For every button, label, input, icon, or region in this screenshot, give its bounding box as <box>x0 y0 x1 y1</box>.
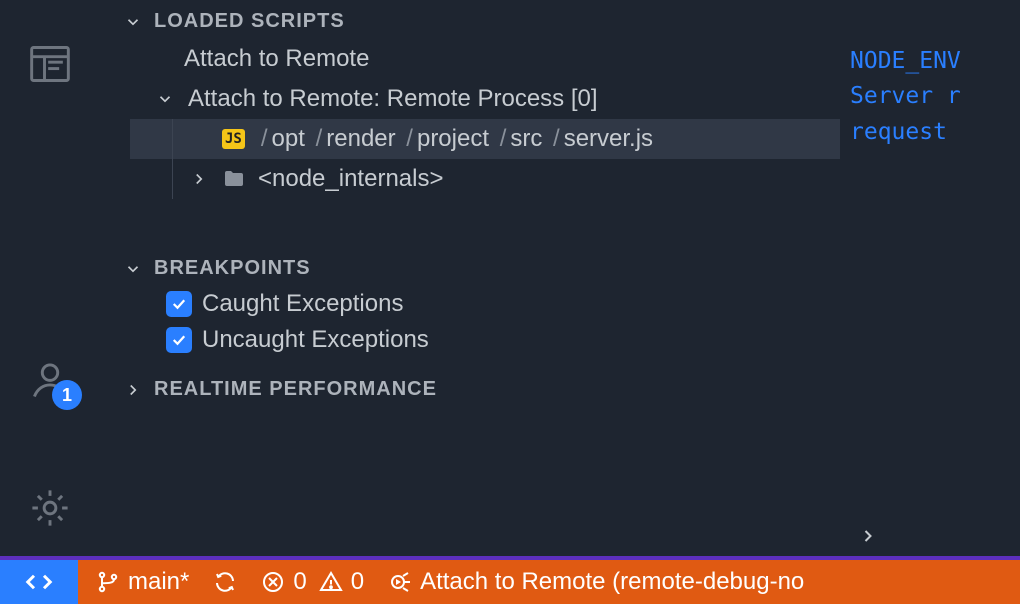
checkbox-checked-icon[interactable] <box>166 291 192 317</box>
tree-item-label: Attach to Remote <box>184 45 369 73</box>
gear-icon[interactable] <box>26 484 74 532</box>
section-title: LOADED SCRIPTS <box>154 10 345 33</box>
terminal-line: NODE_ENV <box>850 48 961 74</box>
tree-item-label: Attach to Remote: Remote Process [0] <box>188 85 598 113</box>
sync-button[interactable] <box>213 570 237 594</box>
errors-count[interactable]: 0 <box>261 568 306 596</box>
section-header-breakpoints[interactable]: BREAKPOINTS <box>100 251 840 286</box>
file-path: /opt /render /project /src /server.js <box>257 125 653 153</box>
debug-target-label: Attach to Remote (remote-debug-no <box>420 568 804 596</box>
warnings-count[interactable]: 0 <box>319 568 364 596</box>
debug-sidebar: LOADED SCRIPTS Attach to Remote Attach t… <box>100 0 840 556</box>
chevron-down-icon <box>154 88 176 110</box>
error-number: 0 <box>293 568 306 596</box>
account-icon[interactable]: 1 <box>26 356 74 404</box>
debug-target[interactable]: Attach to Remote (remote-debug-no <box>388 568 804 596</box>
status-bar: main* 0 0 <box>0 560 1020 604</box>
terminal-expand[interactable] <box>840 516 1020 556</box>
folder-icon <box>222 167 246 191</box>
breakpoint-label: Uncaught Exceptions <box>202 326 429 354</box>
section-title: REALTIME PERFORMANCE <box>154 378 437 401</box>
section-header-realtime-performance[interactable]: REALTIME PERFORMANCE <box>100 372 840 407</box>
section-header-loaded-scripts[interactable]: LOADED SCRIPTS <box>100 4 840 39</box>
git-branch[interactable]: main* <box>96 568 189 596</box>
chevron-right-icon <box>122 379 144 401</box>
tree-item-attach-process[interactable]: Attach to Remote: Remote Process [0] <box>130 79 840 119</box>
layout-icon[interactable] <box>26 40 74 88</box>
terminal-output[interactable]: NODE_ENV Server r request <box>840 0 1020 516</box>
remote-indicator[interactable] <box>0 560 78 604</box>
tree-guide <box>172 119 173 159</box>
tree-guide <box>172 159 173 199</box>
js-file-icon: JS <box>222 129 245 149</box>
tree-item-label: <node_internals> <box>258 165 443 193</box>
account-badge: 1 <box>52 380 82 410</box>
chevron-down-icon <box>122 258 144 280</box>
activity-bar: 1 <box>0 0 100 556</box>
branch-name: main* <box>128 568 189 596</box>
tree-item-node-internals[interactable]: <node_internals> <box>130 159 840 199</box>
chevron-down-icon <box>122 11 144 33</box>
terminal-line: Server r <box>850 83 961 109</box>
warning-number: 0 <box>351 568 364 596</box>
breakpoint-uncaught-exceptions[interactable]: Uncaught Exceptions <box>166 322 840 358</box>
tree-item-server-js[interactable]: JS /opt /render /project /src /server.js <box>130 119 840 159</box>
checkbox-checked-icon[interactable] <box>166 327 192 353</box>
section-title: BREAKPOINTS <box>154 257 311 280</box>
breakpoint-label: Caught Exceptions <box>202 290 403 318</box>
terminal-line: request <box>850 119 947 145</box>
breakpoint-caught-exceptions[interactable]: Caught Exceptions <box>166 286 840 322</box>
chevron-right-icon <box>188 168 210 190</box>
tree-item-attach[interactable]: Attach to Remote <box>130 39 840 79</box>
